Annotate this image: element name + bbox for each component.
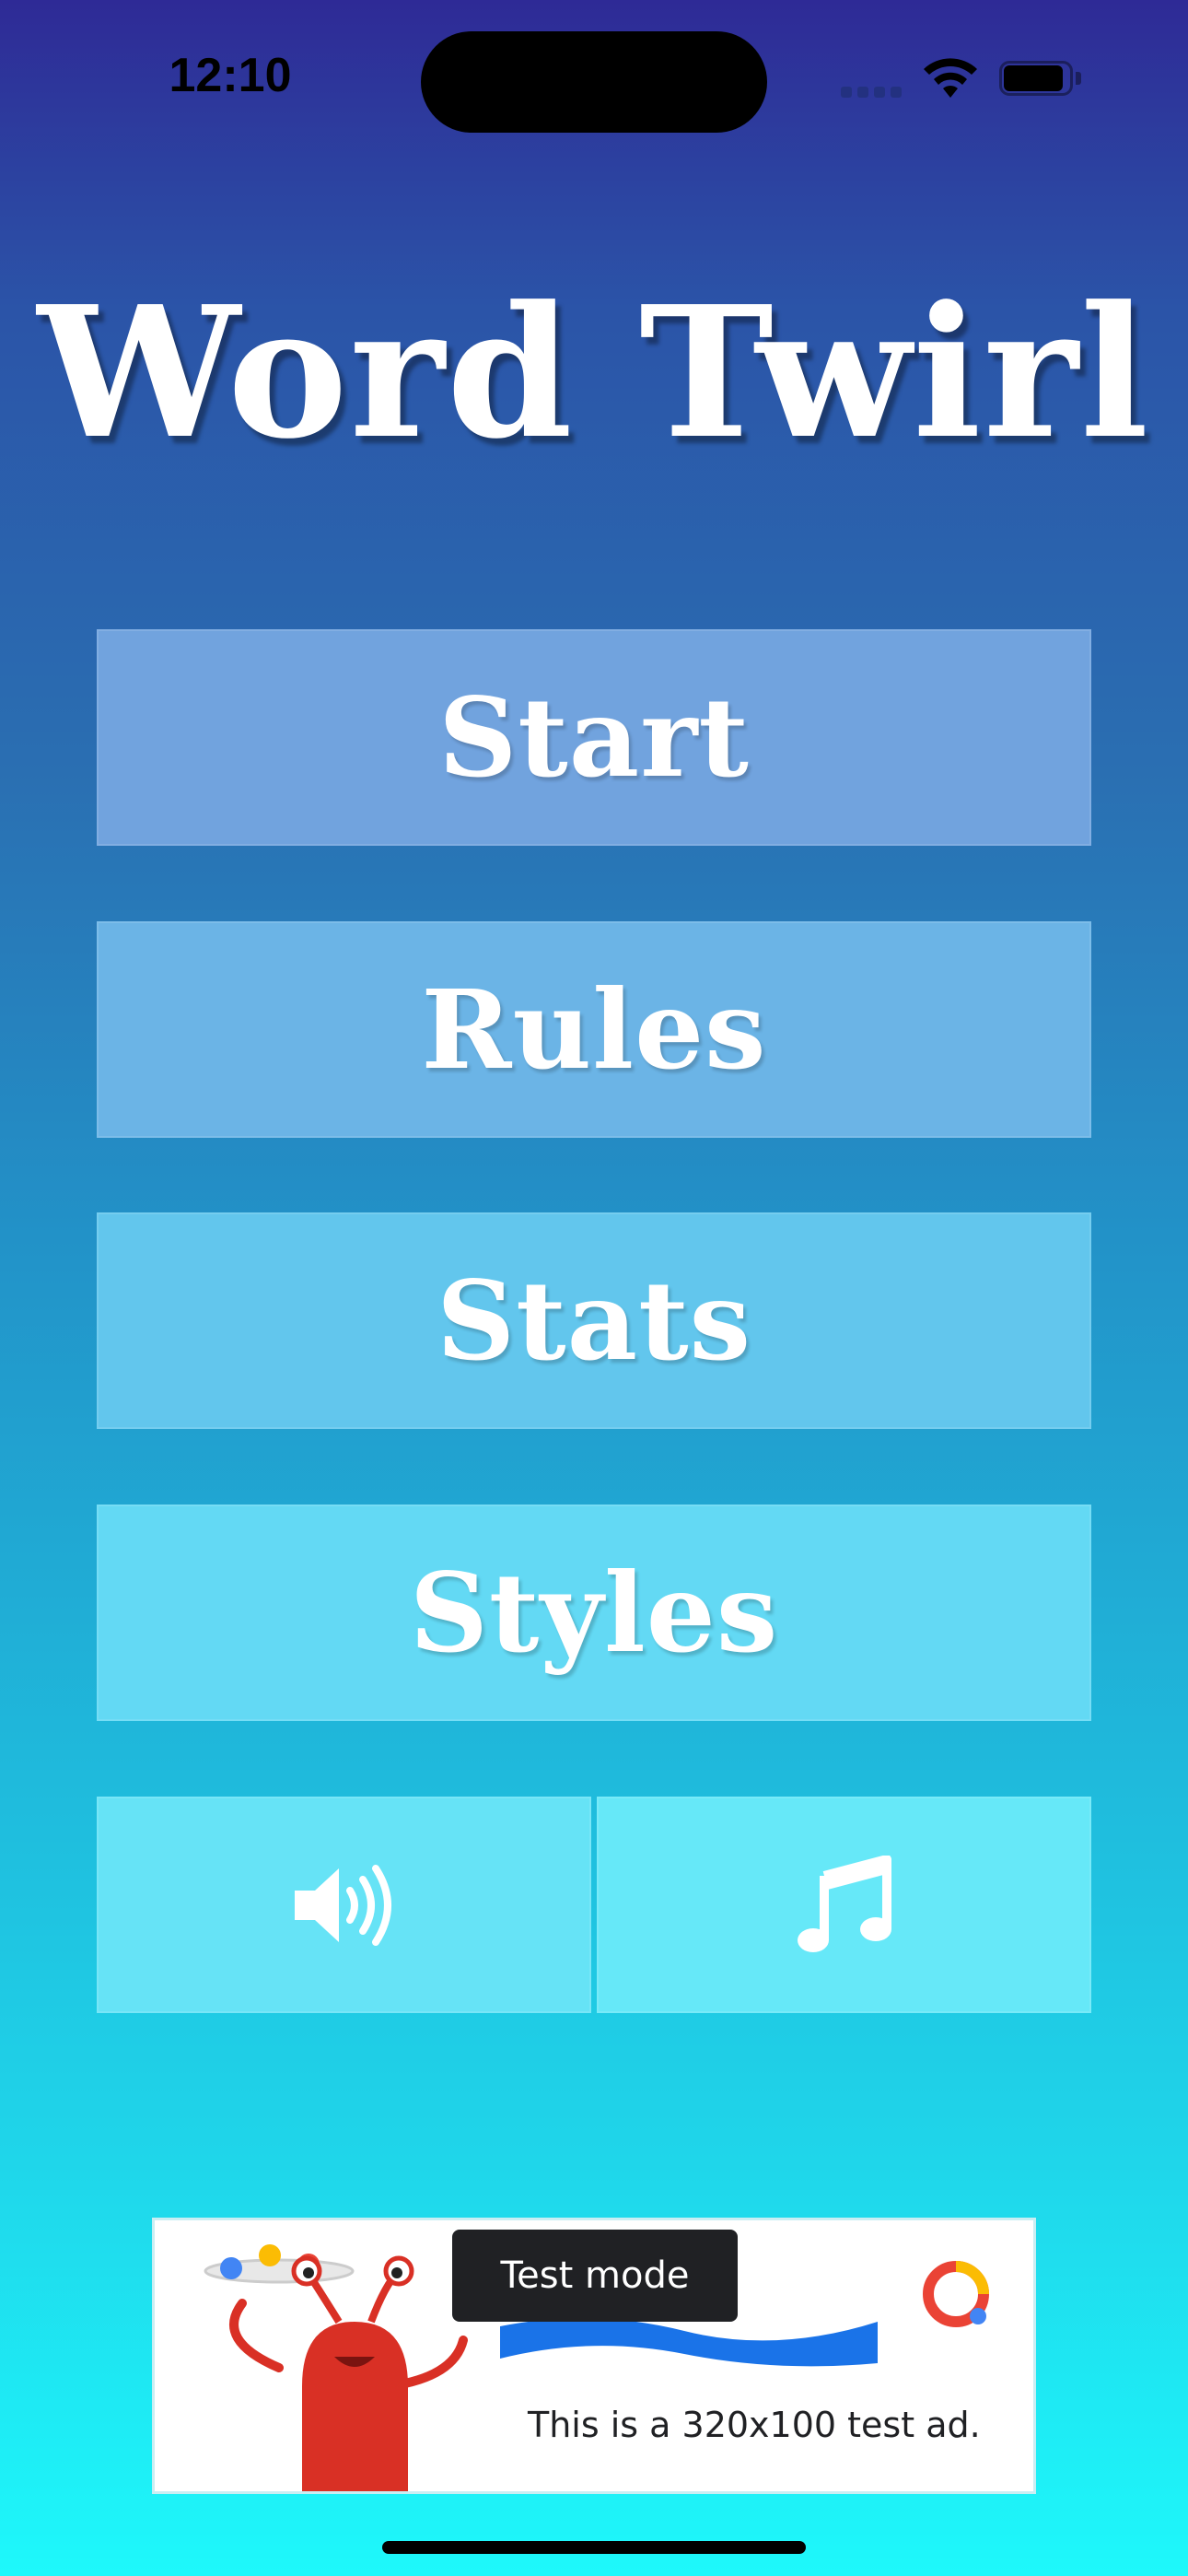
styles-button[interactable]: Styles: [97, 1505, 1091, 1721]
sound-toggle-button[interactable]: [97, 1797, 591, 2013]
signal-icon: [841, 85, 905, 98]
stats-button-label: Stats: [436, 1257, 752, 1385]
speaker-icon: [294, 1864, 391, 1946]
music-note-icon: [797, 1855, 891, 1952]
home-indicator[interactable]: [382, 2541, 806, 2554]
battery-tip: [1076, 72, 1081, 85]
ad-logo-icon: [923, 2261, 989, 2327]
start-button-label: Start: [438, 673, 750, 802]
rules-button-label: Rules: [421, 966, 767, 1094]
game-title: Word Twirl: [37, 267, 1151, 479]
stats-button[interactable]: Stats: [97, 1212, 1091, 1429]
ad-text: This is a 320x100 test ad.: [528, 2405, 981, 2445]
status-time: 12:10: [169, 49, 292, 102]
styles-button-label: Styles: [409, 1549, 779, 1677]
dynamic-island: [421, 31, 767, 133]
wifi-icon: [924, 58, 977, 98]
test-mode-badge: Test mode: [452, 2230, 738, 2322]
battery-icon: [999, 61, 1084, 98]
start-button[interactable]: Start: [97, 629, 1091, 846]
rules-button[interactable]: Rules: [97, 921, 1091, 1138]
battery-fill: [1004, 65, 1063, 91]
music-toggle-button[interactable]: [597, 1797, 1091, 2013]
status-bar: 12:10: [0, 0, 1188, 157]
